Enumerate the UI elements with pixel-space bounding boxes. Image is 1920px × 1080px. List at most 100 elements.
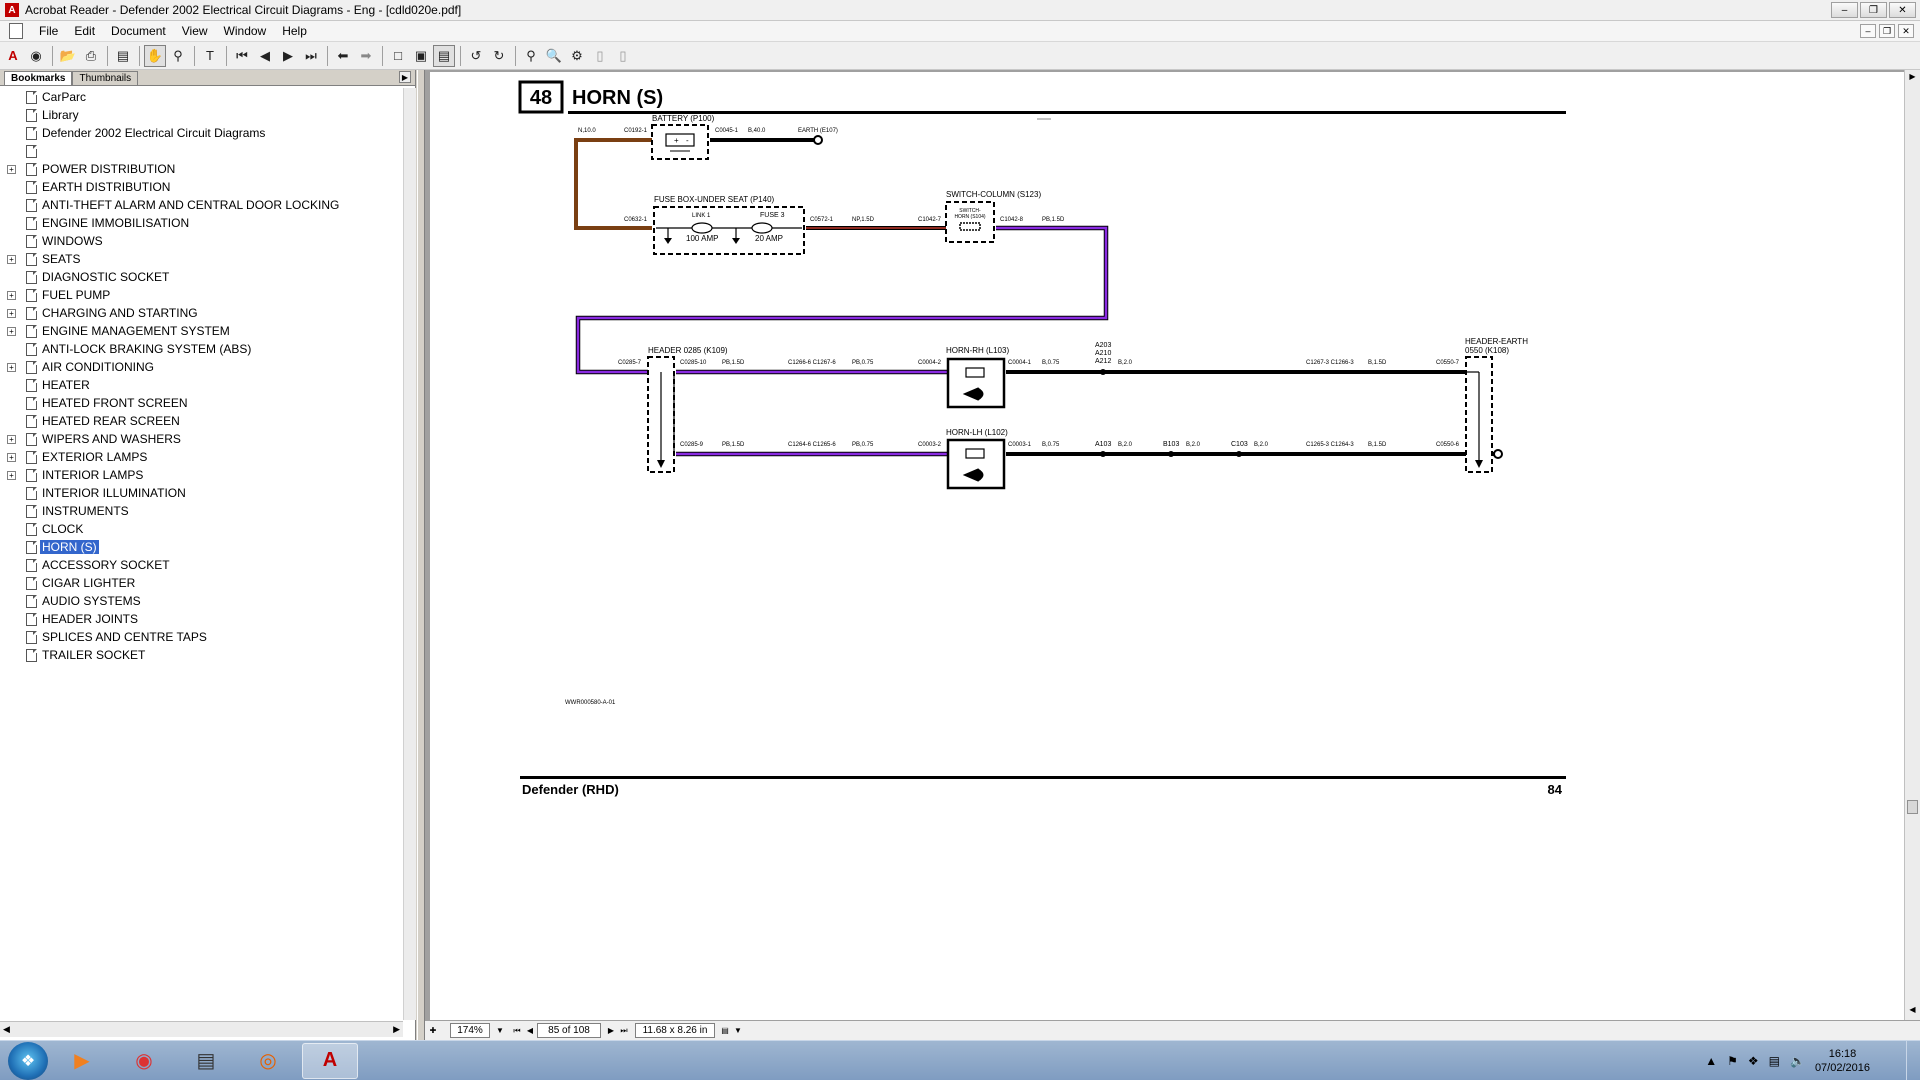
previous-page-icon[interactable]: ◀ [254, 45, 276, 67]
bookmark-item[interactable]: AUDIO SYSTEMS [0, 592, 403, 610]
volume-icon[interactable]: 🔈 [1790, 1054, 1805, 1068]
minimize-button[interactable]: – [1831, 2, 1858, 18]
expand-icon[interactable]: + [7, 452, 16, 462]
previous-page-button[interactable]: ◀ [524, 1024, 536, 1038]
system-monitor-icon[interactable]: ▤ [178, 1043, 234, 1079]
bookmark-item[interactable]: + WIPERS AND WASHERS [0, 430, 403, 448]
bookmark-item[interactable]: + EXTERIOR LAMPS [0, 448, 403, 466]
doc-close-button[interactable]: ✕ [1898, 24, 1914, 38]
rotate-left-icon[interactable]: ↺ [465, 45, 487, 67]
document-icon[interactable] [9, 23, 23, 39]
pane-splitter[interactable] [417, 70, 425, 1040]
bookmark-item[interactable]: ANTI-LOCK BRAKING SYSTEM (ABS) [0, 340, 403, 358]
fit-width-icon[interactable]: ▤ [433, 44, 455, 67]
acrobat-taskbar-icon[interactable]: A [302, 1042, 358, 1079]
menu-edit[interactable]: Edit [66, 24, 103, 38]
bookmark-item[interactable]: EARTH DISTRIBUTION [0, 178, 403, 196]
expand-icon[interactable]: + [7, 308, 16, 318]
bookmark-item[interactable]: SPLICES AND CENTRE TAPS [0, 628, 403, 646]
next-page-button[interactable]: ▶ [605, 1024, 617, 1038]
find-icon[interactable]: ⚲ [520, 45, 542, 67]
scroll-down-icon[interactable]: ◀ [1907, 1005, 1918, 1018]
menu-window[interactable]: Window [216, 24, 275, 38]
print-icon[interactable]: ⎙ [80, 45, 102, 67]
windows-icon[interactable]: ❖ [1748, 1054, 1759, 1068]
zoom-dropdown-icon[interactable]: ▼ [494, 1024, 506, 1038]
menu-file[interactable]: File [31, 24, 66, 38]
last-page-icon[interactable]: ⏭ [300, 45, 322, 67]
bookmark-item[interactable]: INSTRUMENTS [0, 502, 403, 520]
doc-minimize-button[interactable]: – [1860, 24, 1876, 38]
scroll-thumb[interactable] [1907, 800, 1918, 814]
bookmark-item[interactable]: + ENGINE MANAGEMENT SYSTEM [0, 322, 403, 340]
bookmark-item[interactable]: HEADER JOINTS [0, 610, 403, 628]
actual-size-icon[interactable]: □ [387, 45, 409, 67]
zoom-field[interactable]: 174% [450, 1023, 490, 1038]
menu-document[interactable]: Document [103, 24, 174, 38]
bookmark-item[interactable]: + SEATS [0, 250, 403, 268]
pane-options-icon[interactable]: ▶ [399, 71, 411, 83]
search-index-icon[interactable]: ⚙ [566, 45, 588, 67]
next-result-icon[interactable]: ▯ [612, 45, 634, 67]
expand-icon[interactable]: + [7, 290, 16, 300]
chrome-icon[interactable]: ◉ [116, 1043, 172, 1079]
close-button[interactable]: ✕ [1889, 2, 1916, 18]
bookmark-item[interactable]: CLOCK [0, 520, 403, 538]
navigation-pane-icon[interactable]: ▤ [112, 45, 134, 67]
clock[interactable]: 16:18 07/02/2016 [1815, 1047, 1870, 1075]
media-player-icon[interactable]: ▶ [54, 1043, 110, 1079]
bookmark-item[interactable]: + CHARGING AND STARTING [0, 304, 403, 322]
bookmark-item[interactable]: HORN (S) [0, 538, 403, 556]
network-icon[interactable]: ▤ [1769, 1054, 1780, 1068]
bookmark-item[interactable]: CarParc [0, 88, 403, 106]
go-forward-icon[interactable]: ➡ [355, 45, 377, 67]
text-select-icon[interactable]: T [199, 45, 221, 67]
hand-tool-icon[interactable]: ✋ [144, 44, 166, 67]
rotate-right-icon[interactable]: ↻ [488, 45, 510, 67]
bookmark-item[interactable]: + AIR CONDITIONING [0, 358, 403, 376]
bookmark-item[interactable]: HEATER [0, 376, 403, 394]
previous-result-icon[interactable]: ▯ [589, 45, 611, 67]
bookmark-item[interactable]: WINDOWS [0, 232, 403, 250]
doc-restore-button[interactable]: ❐ [1879, 24, 1895, 38]
acrobat-logo-icon[interactable]: A [2, 45, 24, 67]
menu-help[interactable]: Help [274, 24, 315, 38]
bookmark-horizontal-scrollbar[interactable]: ◀ ▶ [0, 1021, 403, 1037]
go-back-icon[interactable]: ⬅ [332, 45, 354, 67]
bookmark-scrollbar[interactable] [403, 88, 416, 1020]
first-page-button[interactable]: ⏮ [511, 1024, 523, 1038]
tab-thumbnails[interactable]: Thumbnails [72, 71, 139, 85]
expand-icon[interactable]: + [7, 164, 16, 174]
bookmark-item[interactable]: Defender 2002 Electrical Circuit Diagram… [0, 124, 403, 142]
bookmark-item[interactable]: HEATED FRONT SCREEN [0, 394, 403, 412]
open-icon[interactable]: 📂 [57, 45, 79, 67]
document-scrollbar[interactable]: ▶ ◀ [1904, 70, 1920, 1020]
flag-icon[interactable]: ⚑ [1727, 1054, 1738, 1068]
bookmark-item[interactable]: ANTI-THEFT ALARM AND CENTRAL DOOR LOCKIN… [0, 196, 403, 214]
bookmark-item[interactable]: + POWER DISTRIBUTION [0, 160, 403, 178]
page-layout-icon[interactable]: ▤ [719, 1024, 731, 1038]
start-button[interactable]: ❖ [8, 1041, 48, 1080]
scroll-left-icon[interactable]: ◀ [3, 1024, 10, 1035]
menu-view[interactable]: View [174, 24, 216, 38]
tab-bookmarks[interactable]: Bookmarks [4, 71, 73, 85]
zoom-tool-icon[interactable]: ⚲ [167, 45, 189, 67]
bookmark-item[interactable]: + INTERIOR LAMPS [0, 466, 403, 484]
bookmark-item[interactable]: DIAGNOSTIC SOCKET [0, 268, 403, 286]
expand-icon[interactable]: + [7, 326, 16, 336]
bookmark-item[interactable]: TRAILER SOCKET [0, 646, 403, 664]
tray-expand-icon[interactable]: ▲ [1705, 1054, 1717, 1068]
bookmark-item[interactable]: CIGAR LIGHTER [0, 574, 403, 592]
search-icon[interactable]: 🔍 [543, 45, 565, 67]
bookmark-item[interactable] [0, 142, 403, 160]
fit-page-icon[interactable]: ▣ [410, 45, 432, 67]
bookmark-item[interactable]: INTERIOR ILLUMINATION [0, 484, 403, 502]
expand-icon[interactable]: + [7, 254, 16, 264]
expand-icon[interactable]: + [7, 362, 16, 372]
bookmark-item[interactable]: ACCESSORY SOCKET [0, 556, 403, 574]
first-page-icon[interactable]: ⏮ [231, 45, 253, 67]
last-page-button[interactable]: ⏭ [618, 1024, 630, 1038]
scroll-up-icon[interactable]: ▶ [1907, 72, 1918, 85]
restore-button[interactable]: ❐ [1860, 2, 1887, 18]
bookmark-item[interactable]: Library [0, 106, 403, 124]
